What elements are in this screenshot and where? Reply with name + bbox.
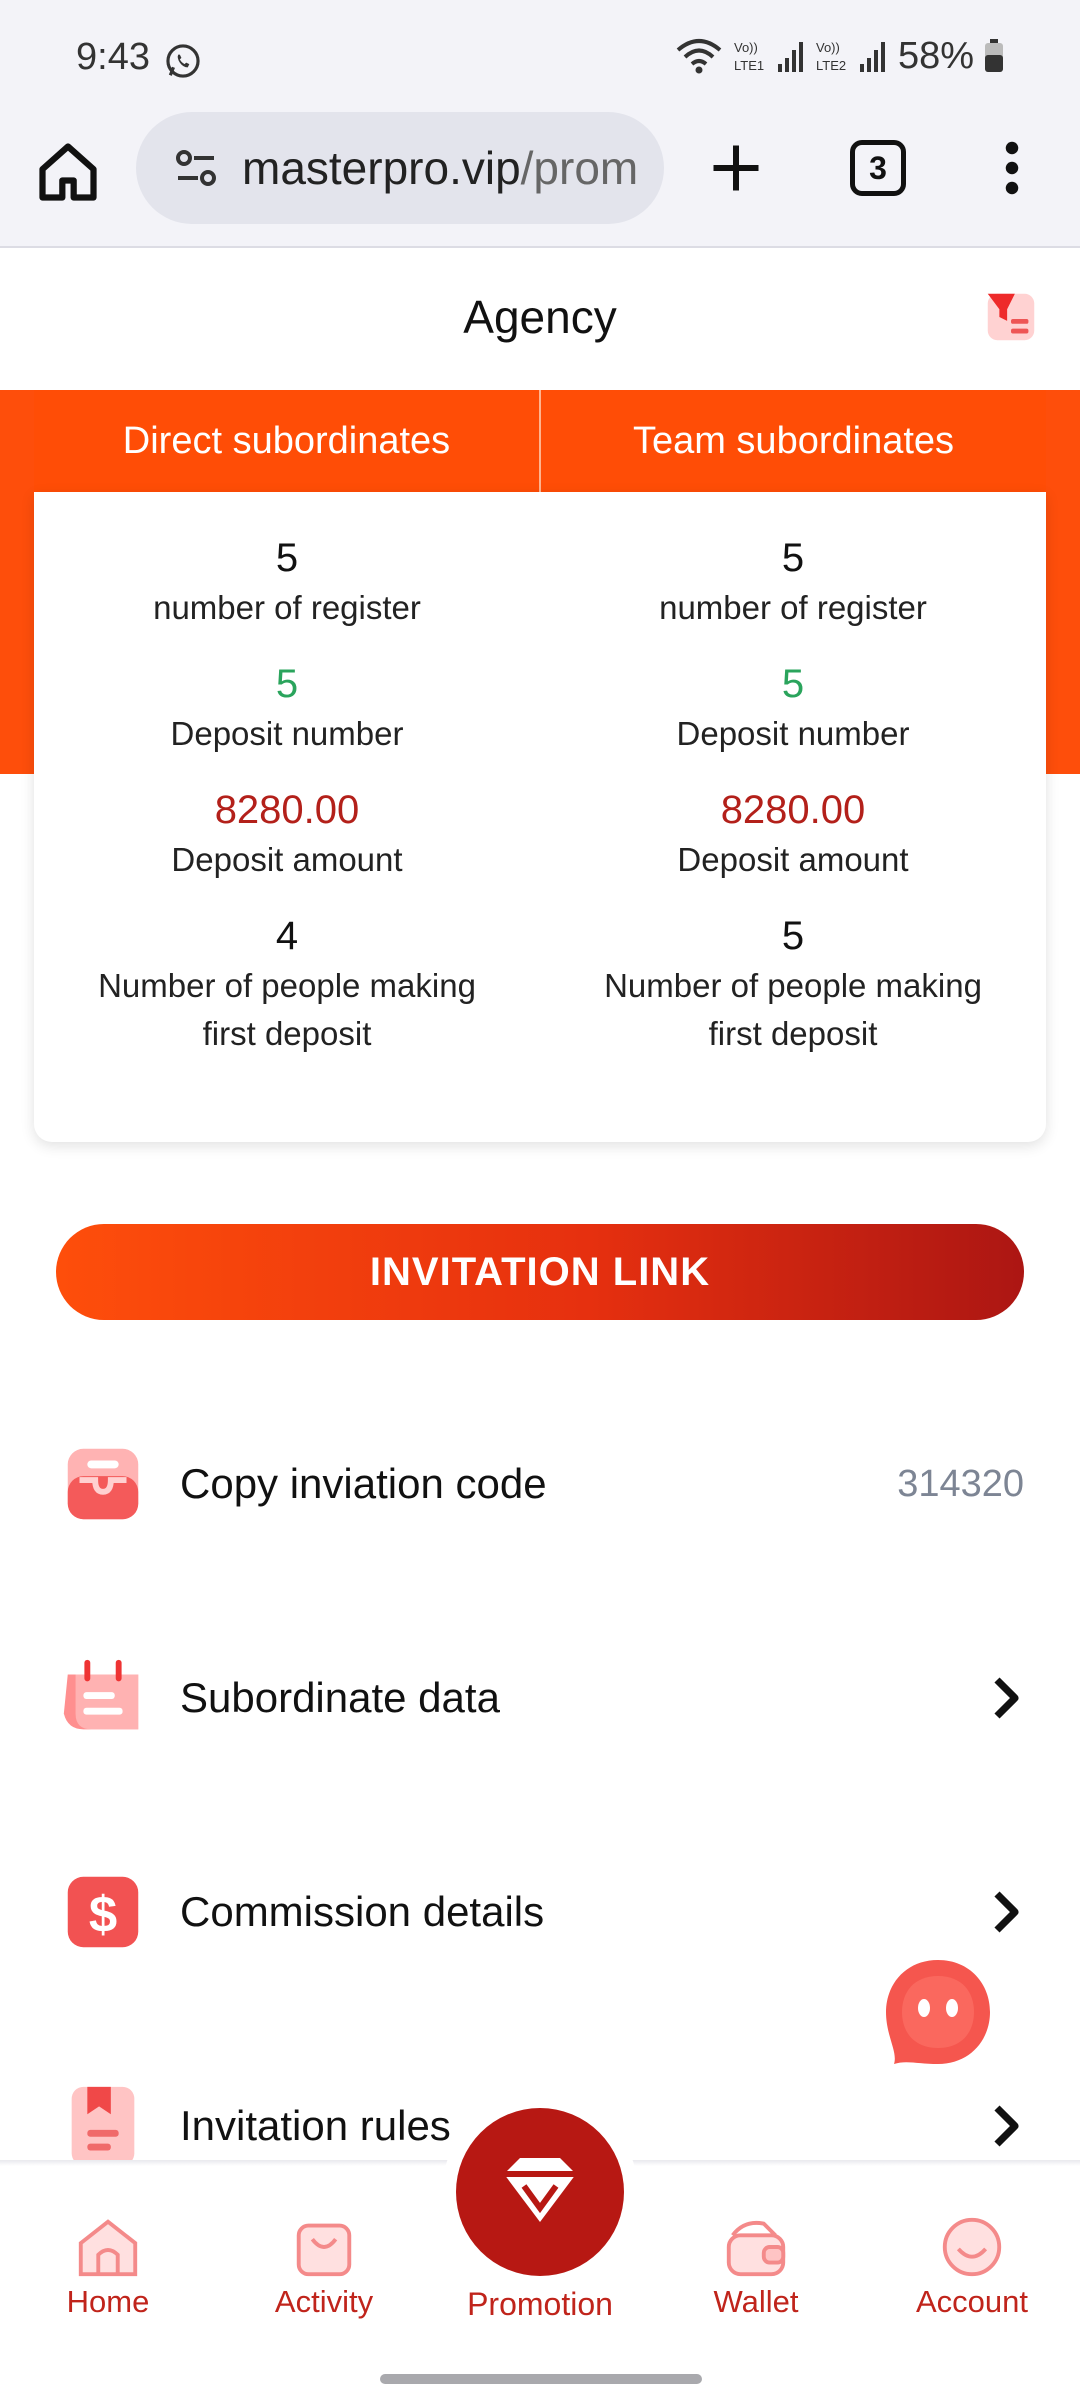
site-settings-icon[interactable] xyxy=(172,144,220,192)
url-domain: masterpro.vip xyxy=(242,142,521,194)
register-count: 5 xyxy=(275,536,299,580)
battery-percent: 58% xyxy=(897,34,974,77)
app-header: Agency xyxy=(0,250,1080,390)
gesture-handle[interactable] xyxy=(380,2374,702,2384)
chevron-right-icon xyxy=(994,2105,1019,2147)
dollar-icon: $ xyxy=(67,1876,139,1948)
account-icon xyxy=(942,2217,1002,2277)
svg-text:$: $ xyxy=(89,1886,117,1943)
nav-home[interactable]: Home xyxy=(38,2212,178,2320)
svg-text:LTE2: LTE2 xyxy=(816,58,846,73)
deposit-amount-value: 8280.00 xyxy=(214,788,360,832)
register-label: number of register xyxy=(659,589,927,626)
svg-text:Vo)): Vo)) xyxy=(734,40,758,55)
filter-list-icon[interactable] xyxy=(980,286,1042,348)
page-title: Agency xyxy=(463,291,617,343)
nav-wallet[interactable]: Wallet xyxy=(686,2212,826,2320)
whatsapp-icon xyxy=(166,44,200,78)
nav-account-label: Account xyxy=(915,2284,1028,2319)
register-count: 5 xyxy=(781,536,805,580)
copy-invitation-code-item[interactable]: Copy inviation code 314320 xyxy=(56,1434,1024,1534)
first-deposit-label: Number of people making first deposit xyxy=(604,967,982,1052)
commission-details-label: Commission details xyxy=(180,1888,545,1935)
deposit-number-value: 5 xyxy=(275,662,299,706)
tab-switcher-button[interactable]: 3 xyxy=(850,140,906,196)
nav-promotion[interactable] xyxy=(456,2108,624,2276)
status-time: 9:43 xyxy=(76,36,150,78)
customer-service-chat-icon[interactable] xyxy=(878,1952,998,2072)
first-deposit-count: 4 xyxy=(275,914,299,958)
commission-details-item[interactable]: $ Commission details xyxy=(56,1862,1024,1962)
wifi-icon xyxy=(676,39,722,74)
lte1-signal-icon: Vo)) LTE1 xyxy=(734,40,803,73)
invitation-code-value: 314320 xyxy=(897,1462,1024,1505)
nav-account[interactable]: Account xyxy=(902,2212,1042,2320)
stats-card: 5 number of register 5 Deposit number 82… xyxy=(34,492,1046,1142)
url-path: /prom xyxy=(520,142,639,194)
register-stat: 5 number of register xyxy=(153,532,421,632)
nav-activity-label: Activity xyxy=(274,2284,374,2319)
deposit-number-stat: 5 Deposit number xyxy=(677,658,910,758)
deposit-amount-label: Deposit amount xyxy=(171,841,403,878)
subordinate-data-item[interactable]: Subordinate data xyxy=(56,1648,1024,1748)
status-bar: 9:43 Vo)) LTE1 Vo)) LTE2 58% xyxy=(0,0,1080,108)
svg-text:LTE1: LTE1 xyxy=(734,58,764,73)
deposit-amount-label: Deposit amount xyxy=(677,841,909,878)
deposit-amount-stat: 8280.00 Deposit amount xyxy=(677,784,908,884)
lte2-signal-icon: Vo)) LTE2 xyxy=(816,40,885,73)
subordinate-data-label: Subordinate data xyxy=(180,1674,500,1721)
browser-toolbar: masterpro.vip/prom 3 xyxy=(0,108,1080,248)
first-deposit-stat: 4 Number of people making first deposit xyxy=(67,910,507,1058)
chevron-right-icon xyxy=(994,1891,1019,1933)
home-icon xyxy=(78,2219,138,2277)
subordinate-tabs: Direct subordinates Team subordinates xyxy=(34,390,1046,492)
chevron-right-icon xyxy=(994,1677,1019,1719)
gift-bag-icon xyxy=(296,2223,352,2277)
team-stats-column: 5 number of register 5 Deposit number 82… xyxy=(540,492,1046,1142)
bookmark-document-icon xyxy=(71,2086,135,2166)
nav-activity[interactable]: Activity xyxy=(254,2212,394,2320)
new-tab-button[interactable] xyxy=(706,138,766,198)
more-menu-icon[interactable] xyxy=(994,138,1030,198)
copy-invitation-code-label: Copy inviation code xyxy=(180,1460,547,1507)
deposit-number-value: 5 xyxy=(781,662,805,706)
status-icons: Vo)) LTE1 Vo)) LTE2 58% xyxy=(674,34,1004,78)
nav-home-label: Home xyxy=(66,2284,150,2319)
deposit-number-stat: 5 Deposit number xyxy=(171,658,404,758)
first-deposit-count: 5 xyxy=(781,914,805,958)
tab-team-subordinates[interactable]: Team subordinates xyxy=(539,390,1046,492)
deposit-number-label: Deposit number xyxy=(170,715,404,752)
tab-direct-subordinates[interactable]: Direct subordinates xyxy=(34,390,539,492)
register-label: number of register xyxy=(153,589,421,626)
svg-text:Vo)): Vo)) xyxy=(816,40,840,55)
first-deposit-stat: 5 Number of people making first deposit xyxy=(573,910,1013,1058)
calendar-icon xyxy=(63,1659,139,1730)
address-bar[interactable]: masterpro.vip/prom xyxy=(136,112,664,224)
register-stat: 5 number of register xyxy=(659,532,927,632)
diamond-icon xyxy=(504,2158,576,2222)
home-button[interactable] xyxy=(34,138,102,206)
deposit-amount-value: 8280.00 xyxy=(720,788,866,832)
url-text[interactable]: masterpro.vip/prom xyxy=(242,141,638,195)
nav-promotion-label: Promotion xyxy=(467,2286,613,2322)
battery-icon xyxy=(985,39,1003,72)
direct-stats-column: 5 number of register 5 Deposit number 82… xyxy=(34,492,540,1142)
deposit-amount-stat: 8280.00 Deposit amount xyxy=(171,784,402,884)
invitation-link-button[interactable]: INVITATION LINK xyxy=(56,1224,1024,1320)
deposit-number-label: Deposit number xyxy=(676,715,910,752)
inbox-icon xyxy=(67,1448,139,1520)
wallet-icon xyxy=(726,2220,786,2277)
nav-wallet-label: Wallet xyxy=(713,2284,799,2319)
first-deposit-label: Number of people making first deposit xyxy=(98,967,476,1052)
